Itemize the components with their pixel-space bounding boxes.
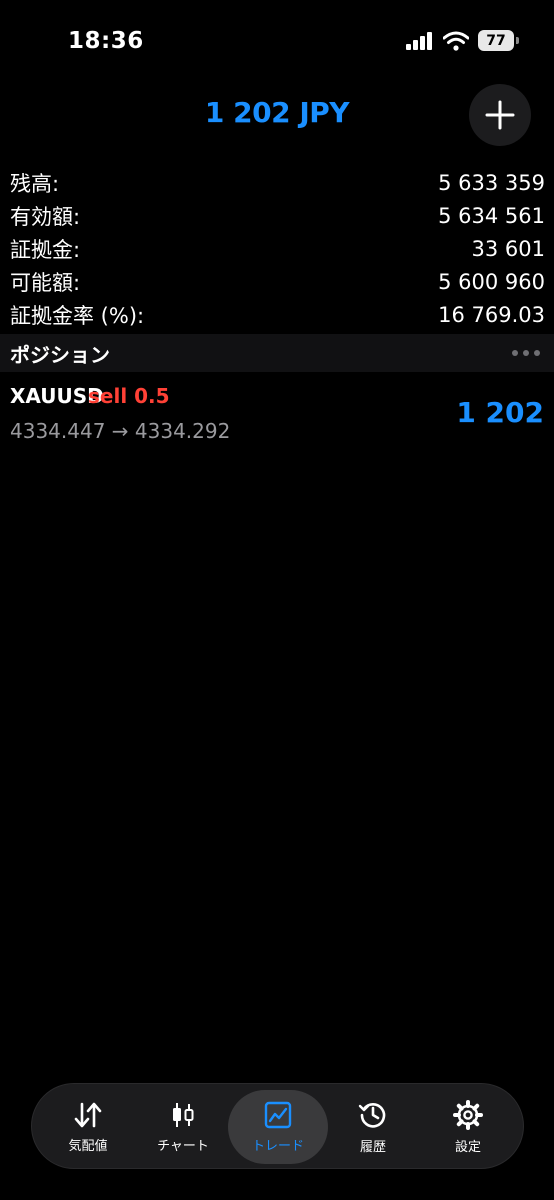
wifi-icon (443, 31, 469, 51)
equity-label: 有効額: (10, 204, 81, 229)
tab-chart[interactable]: チャート (133, 1090, 233, 1164)
margin-level-label: 証拠金率 (%): (10, 303, 145, 328)
margin-level-row: 証拠金率 (%): 16 769.03 (10, 298, 545, 331)
status-time: 18:36 (68, 28, 144, 54)
tab-quotes-label: 気配値 (68, 1138, 108, 1154)
tab-history-label: 履歴 (359, 1139, 386, 1155)
margin-level-value: 16 769.03 (438, 302, 545, 327)
margin-value: 33 601 (471, 236, 545, 261)
bottom-tab-bar: 気配値 チャート トレード 履歴 設定 (31, 1083, 524, 1169)
balance-row: 残高: 5 633 359 (10, 166, 545, 199)
margin-row: 証拠金: 33 601 (10, 232, 545, 265)
position-row[interactable]: XAUUSD sell 0.5 4334.447 → 4334.292 1 20… (0, 380, 554, 450)
position-profit: 1 202 (456, 396, 544, 429)
history-clock-icon (358, 1102, 386, 1128)
balance-label: 残高: (10, 171, 60, 196)
balance-value: 5 633 359 (438, 170, 545, 195)
margin-label: 証拠金: (10, 237, 81, 262)
free-margin-label: 可能額: (10, 270, 81, 295)
plus-icon (485, 100, 515, 130)
tab-quotes[interactable]: 気配値 (38, 1090, 138, 1164)
positions-title: ポジション (10, 342, 110, 367)
positions-section-header: ポジション (0, 334, 554, 372)
position-prices: 4334.447 → 4334.292 (10, 419, 231, 443)
gear-icon (453, 1099, 483, 1130)
tab-trade-label: トレード (251, 1138, 304, 1154)
add-order-button[interactable] (469, 84, 531, 146)
cellular-signal-icon (406, 31, 432, 50)
more-dots-icon[interactable] (512, 350, 540, 356)
tab-history[interactable]: 履歴 (323, 1090, 423, 1164)
tab-trade[interactable]: トレード (228, 1090, 328, 1164)
free-margin-value: 5 600 960 (438, 269, 545, 294)
quotes-arrows-icon (74, 1102, 102, 1127)
tab-chart-label: チャート (157, 1138, 209, 1154)
tab-settings-label: 設定 (454, 1139, 481, 1155)
candlestick-chart-icon (173, 1102, 194, 1127)
free-margin-row: 可能額: 5 600 960 (10, 265, 545, 298)
equity-row: 有効額: 5 634 561 (10, 199, 545, 232)
account-summary: 残高: 5 633 359 有効額: 5 634 561 証拠金: 33 601… (10, 166, 545, 331)
equity-value: 5 634 561 (438, 203, 545, 228)
status-icons: 77 (406, 30, 519, 51)
position-type: sell 0.5 (88, 384, 170, 408)
trade-screen: 18:36 77 1 202 JPY 残高: 5 633 359 有効額: 5 (0, 0, 554, 1200)
trade-chart-icon (264, 1101, 292, 1128)
tab-settings[interactable]: 設定 (418, 1090, 518, 1164)
battery-indicator: 77 (478, 30, 519, 51)
